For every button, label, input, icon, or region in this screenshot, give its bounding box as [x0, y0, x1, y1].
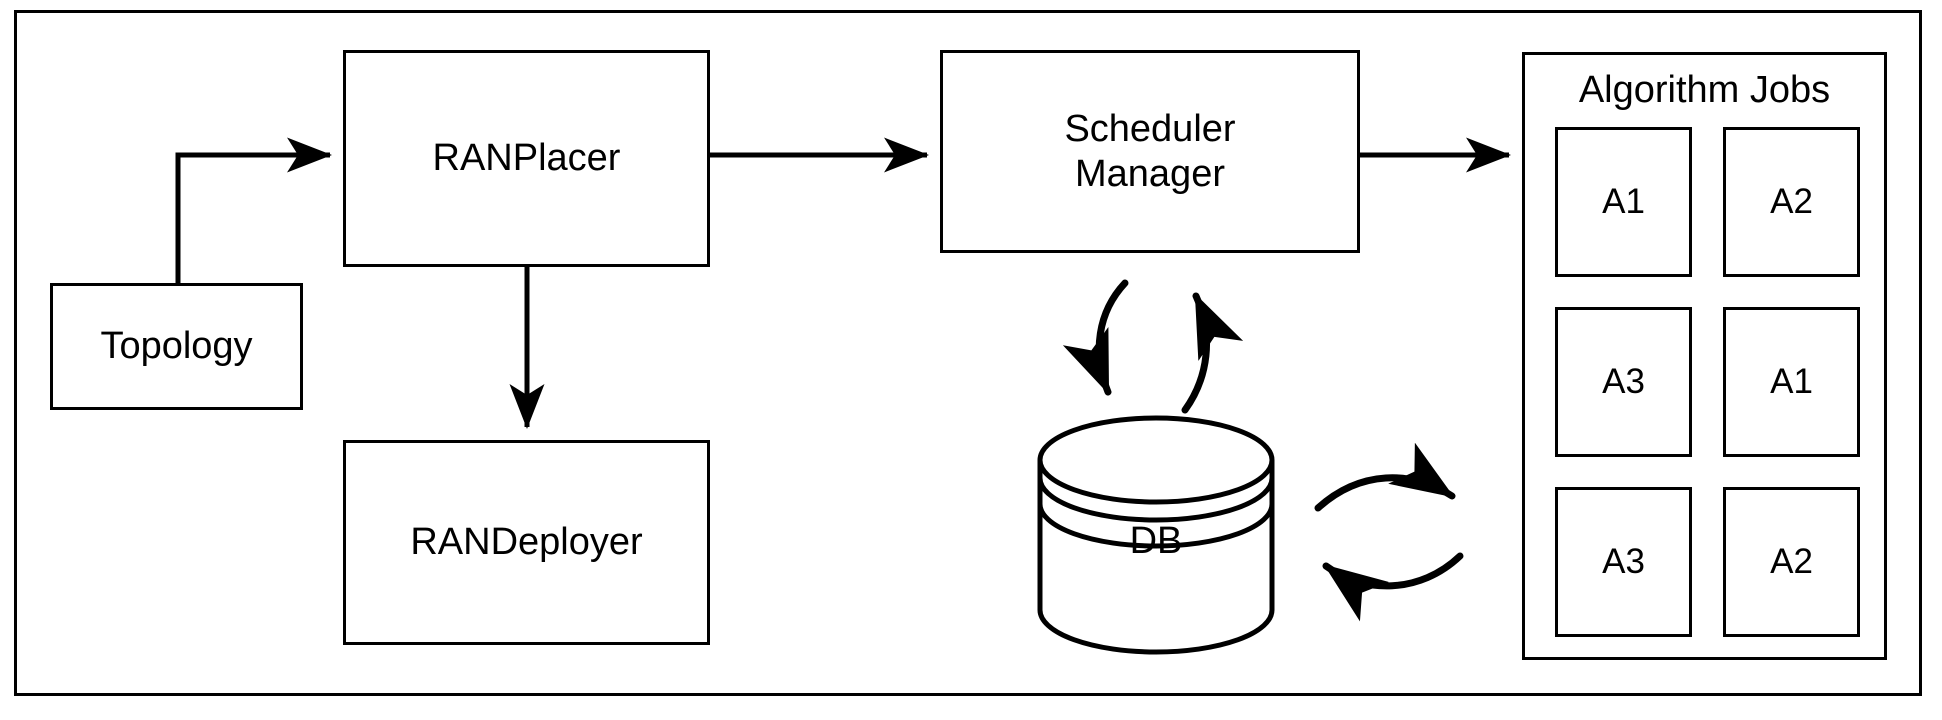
node-topology[interactable]: Topology — [50, 283, 303, 410]
diagram-canvas: Topology RANPlacer RANDeployer Scheduler… — [0, 0, 1942, 720]
job-box[interactable]: A2 — [1723, 487, 1860, 637]
db-cylinder-icon — [1037, 415, 1275, 655]
edge-db-algorithm-jobs-sync — [1314, 442, 1464, 622]
algorithm-jobs-title: Algorithm Jobs — [1578, 69, 1831, 111]
algorithm-jobs-grid: A1 A2 A3 A1 A3 A2 — [1555, 127, 1860, 637]
job-box[interactable]: A2 — [1723, 127, 1860, 277]
edge-topology-to-ranplacer — [175, 137, 332, 283]
job-box[interactable]: A1 — [1723, 307, 1860, 457]
node-ranplacer[interactable]: RANPlacer — [343, 50, 710, 267]
job-box[interactable]: A3 — [1555, 487, 1692, 637]
edge-scheduler-db-sync — [1062, 279, 1244, 414]
job-box[interactable]: A1 — [1555, 127, 1692, 277]
node-scheduler-manager[interactable]: Scheduler Manager — [940, 50, 1360, 253]
node-randeployer[interactable]: RANDeployer — [343, 440, 710, 645]
panel-algorithm-jobs: Algorithm Jobs A1 A2 A3 A1 A3 A2 — [1522, 52, 1887, 660]
job-box[interactable]: A3 — [1555, 307, 1692, 457]
